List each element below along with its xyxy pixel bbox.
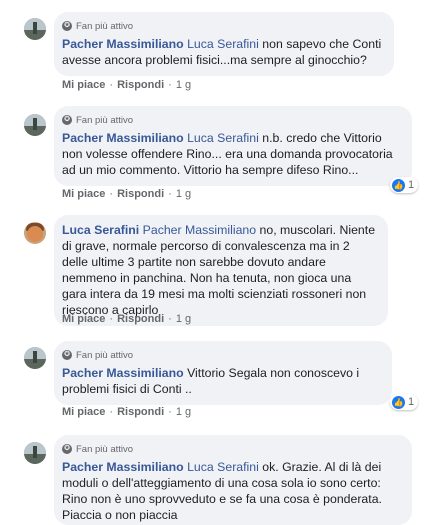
separator: ·	[109, 79, 114, 91]
comment-text: Luca Serafini Pacher Massimiliano no, mu…	[62, 222, 377, 318]
thumbs-up-icon: 👍	[392, 178, 405, 192]
like-link[interactable]: Mi piace	[62, 406, 105, 418]
separator: ·	[168, 188, 172, 200]
avatar[interactable]	[24, 114, 46, 136]
comment-bubble: ✪ Fan più attivo Pacher Massimiliano Vit…	[54, 341, 392, 405]
comment-time[interactable]: 1 g	[176, 313, 191, 325]
comment-time[interactable]: 1 g	[176, 79, 191, 91]
separator: ·	[109, 188, 114, 200]
like-link[interactable]: Mi piace	[62, 313, 105, 325]
comment-bubble: ✪ Fan più attivo Pacher Massimiliano Luc…	[54, 12, 394, 76]
badge-icon: ✪	[62, 115, 72, 125]
comment-author[interactable]: Pacher Massimiliano	[62, 460, 184, 474]
reply-link[interactable]: Rispondi	[117, 313, 164, 325]
avatar[interactable]	[24, 347, 46, 369]
comment-actions: Mi piace · Rispondi · 1 g	[62, 406, 191, 418]
comment-author[interactable]: Pacher Massimiliano	[62, 131, 184, 145]
top-fan-badge: ✪ Fan più attivo	[62, 19, 383, 33]
comment-mention[interactable]: Luca Serafini	[187, 460, 259, 474]
comment-mention[interactable]: Luca Serafini	[187, 37, 259, 51]
badge-icon: ✪	[62, 444, 72, 454]
comment-author[interactable]: Pacher Massimiliano	[62, 366, 184, 380]
comment-actions: Mi piace · Rispondi · 1 g	[62, 79, 191, 91]
reply-link[interactable]: Rispondi	[117, 406, 164, 418]
comment-actions: Mi piace · Rispondi · 1 g	[62, 188, 191, 200]
separator: ·	[168, 79, 172, 91]
avatar[interactable]	[24, 442, 46, 464]
reaction-count[interactable]: 👍 1	[390, 177, 419, 193]
reaction-count[interactable]: 👍 1	[390, 394, 419, 410]
top-fan-badge: ✪ Fan più attivo	[62, 442, 401, 456]
reply-link[interactable]: Rispondi	[117, 188, 164, 200]
comment-bubble: ✪ Fan più attivo Pacher Massimiliano Luc…	[54, 435, 412, 525]
thumbs-up-icon: 👍	[392, 395, 405, 409]
reply-link[interactable]: Rispondi	[117, 79, 164, 91]
badge-icon: ✪	[62, 350, 72, 360]
comment-body: no, muscolari. Niente di grave, normale …	[62, 223, 376, 317]
comment-mention[interactable]: Luca Serafini	[187, 131, 259, 145]
separator: ·	[109, 313, 114, 325]
like-link[interactable]: Mi piace	[62, 188, 105, 200]
comment-author[interactable]: Pacher Massimiliano	[62, 37, 184, 51]
comment-author[interactable]: Luca Serafini	[62, 223, 139, 237]
separator: ·	[168, 406, 172, 418]
comment-time[interactable]: 1 g	[176, 406, 191, 418]
like-link[interactable]: Mi piace	[62, 79, 105, 91]
comment-text: Pacher Massimiliano Luca Serafini n.b. c…	[62, 130, 401, 178]
comment-text: Pacher Massimiliano Luca Serafini non sa…	[62, 36, 383, 68]
badge-label: Fan più attivo	[76, 20, 134, 32]
comment-text: Pacher Massimiliano Luca Serafini ok. Gr…	[62, 459, 401, 523]
comment-bubble: ✪ Fan più attivo Pacher Massimiliano Luc…	[54, 106, 412, 186]
badge-label: Fan più attivo	[76, 349, 134, 361]
reaction-number: 1	[408, 396, 415, 408]
badge-label: Fan più attivo	[76, 114, 134, 126]
comment-actions: Mi piace · Rispondi · 1 g	[62, 313, 191, 325]
comment-text: Pacher Massimiliano Vittorio Segala non …	[62, 365, 381, 397]
top-fan-badge: ✪ Fan più attivo	[62, 348, 381, 362]
top-fan-badge: ✪ Fan più attivo	[62, 113, 401, 127]
reaction-number: 1	[408, 179, 415, 191]
avatar[interactable]	[24, 18, 46, 40]
badge-label: Fan più attivo	[76, 443, 134, 455]
separator: ·	[168, 313, 172, 325]
badge-icon: ✪	[62, 21, 72, 31]
comment-bubble: Luca Serafini Pacher Massimiliano no, mu…	[54, 215, 388, 326]
avatar[interactable]	[24, 222, 46, 244]
comment-time[interactable]: 1 g	[176, 188, 191, 200]
comment-mention[interactable]: Pacher Massimiliano	[143, 223, 256, 237]
separator: ·	[109, 406, 114, 418]
